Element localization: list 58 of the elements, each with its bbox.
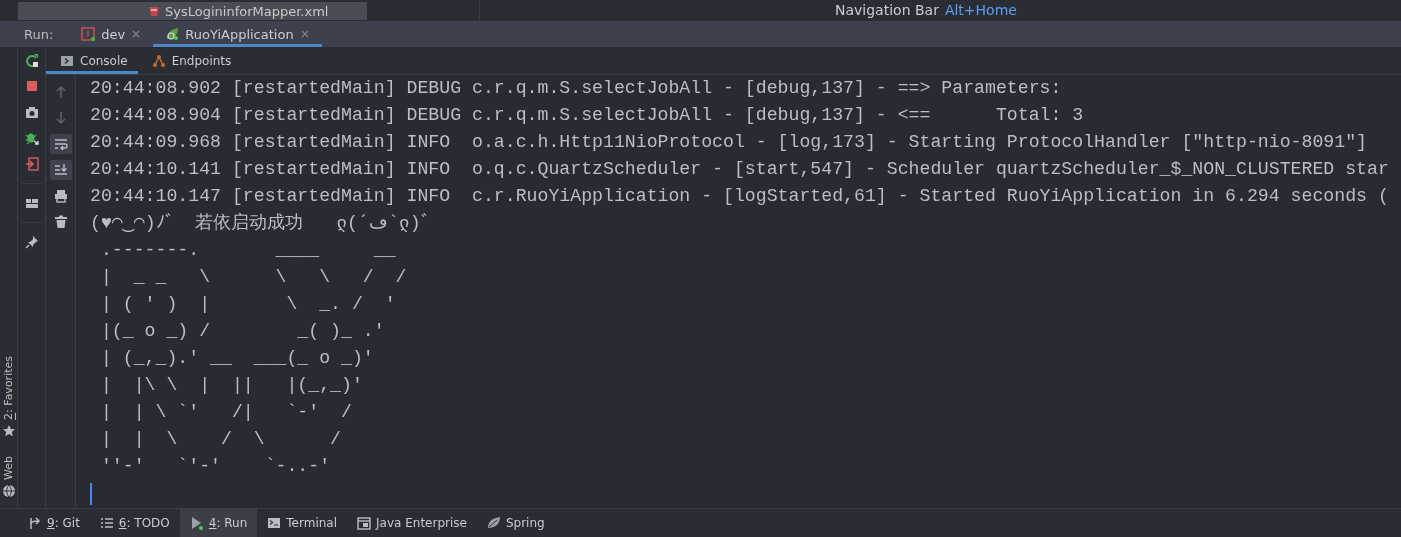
console-line: 20:44:09.968 [restartedMain] INFO o.a.c.h.Http11NioProtocol - [log,173] - Starting ProtocolHandler ["http-nio-8091"] <box>90 131 1367 154</box>
run-label: Run: <box>24 26 54 42</box>
bug-icon[interactable] <box>24 131 39 145</box>
soft-wrap-icon <box>53 137 68 151</box>
console-line: 20:44:10.147 [restartedMain] INFO c.r.RuoYiApplication - [logStarted,61] - Started RuoYiApplication in 6.294 seconds ( <box>90 185 1389 208</box>
console-line: | |\ \ | || |(_,_)' <box>99 374 363 397</box>
console-line: | ( ' ) | \ _. / ' <box>99 293 396 316</box>
star-icon[interactable] <box>1 424 16 438</box>
console-line: | _ _ \ \ \ / / <box>99 266 407 289</box>
console-line: | | \ `' /| `-' / <box>99 401 352 424</box>
tool-window-button[interactable]: Java Enterprise <box>347 509 477 537</box>
globe-icon[interactable] <box>1 484 16 498</box>
camera-icon[interactable] <box>24 105 39 119</box>
pin-icon[interactable] <box>24 235 39 249</box>
window-icon <box>357 516 372 530</box>
tool-window-button[interactable]: 4: Run <box>179 509 258 537</box>
terminal-icon <box>267 516 282 530</box>
run-tab[interactable]: dev <box>69 21 154 47</box>
console-line: .-------. ____ __ <box>99 239 396 262</box>
list-icon <box>99 516 114 530</box>
exit-icon[interactable] <box>24 157 39 171</box>
console-icon <box>60 53 74 68</box>
console-line: | | \ / \ / <box>99 428 342 451</box>
stop-icon[interactable] <box>24 79 39 93</box>
console-line: 20:44:08.902 [restartedMain] DEBUG c.r.q.m.S.selectJobAll - [debug,137] - ==> Parameters: <box>90 77 1062 100</box>
tool-window-button[interactable]: 6: TODO <box>89 509 180 537</box>
navigation-hint: Navigation Bar <box>835 2 939 18</box>
tree-row[interactable]: SysLogininforMapper.xml <box>18 2 367 20</box>
layout-icon[interactable] <box>24 196 39 210</box>
console-line: |(_ o _) / _( )_ .' <box>99 320 385 343</box>
text-cursor <box>90 483 92 505</box>
scroll-to-end-icon <box>53 163 68 177</box>
leaf-icon <box>486 516 501 530</box>
console-line: | (_,_).' __ ___(_ o _)' <box>99 347 374 370</box>
tool-window-button[interactable]: 9: Git <box>18 509 90 537</box>
endpoints-icon <box>151 53 166 68</box>
play-icon <box>189 516 204 530</box>
close-icon[interactable] <box>299 29 310 39</box>
tool-window-button[interactable]: Terminal <box>257 509 348 537</box>
terminal-icon <box>81 27 96 41</box>
close-icon[interactable] <box>131 29 142 39</box>
console-line: (♥◠‿◠)ﾉﾞ 若依启动成功 ლ(´ڡ`ლ)ﾞ <box>90 212 430 235</box>
rerun-icon[interactable] <box>24 53 39 67</box>
printer-icon[interactable] <box>53 189 68 203</box>
leaf-icon <box>165 27 180 41</box>
console-line: ''-' `'-' `-..-' <box>99 455 331 478</box>
tool-window-button[interactable]: Spring <box>476 509 555 537</box>
branch-icon <box>28 516 42 530</box>
shortcut-hint: Alt+Home <box>944 2 1017 18</box>
scroll-to-end-toggle[interactable] <box>49 160 72 180</box>
side-tool-button[interactable]: Web <box>2 456 15 480</box>
soft-wrap-toggle[interactable] <box>49 134 72 154</box>
trash-icon[interactable] <box>53 215 68 229</box>
xml-file-icon <box>147 4 161 18</box>
console-line: 20:44:10.141 [restartedMain] INFO o.q.c.QuartzScheduler - [start,547] - Scheduler quartzScheduler_$_NON_CLUSTERED star <box>90 158 1389 181</box>
console-tab[interactable]: Endpoints <box>137 47 242 74</box>
console-line: 20:44:08.904 [restartedMain] DEBUG c.r.q.m.S.selectJobAll - [debug,137] - <== Total: 3 <box>90 104 1084 127</box>
side-tool-button[interactable]: 2: Favorites <box>2 356 15 420</box>
